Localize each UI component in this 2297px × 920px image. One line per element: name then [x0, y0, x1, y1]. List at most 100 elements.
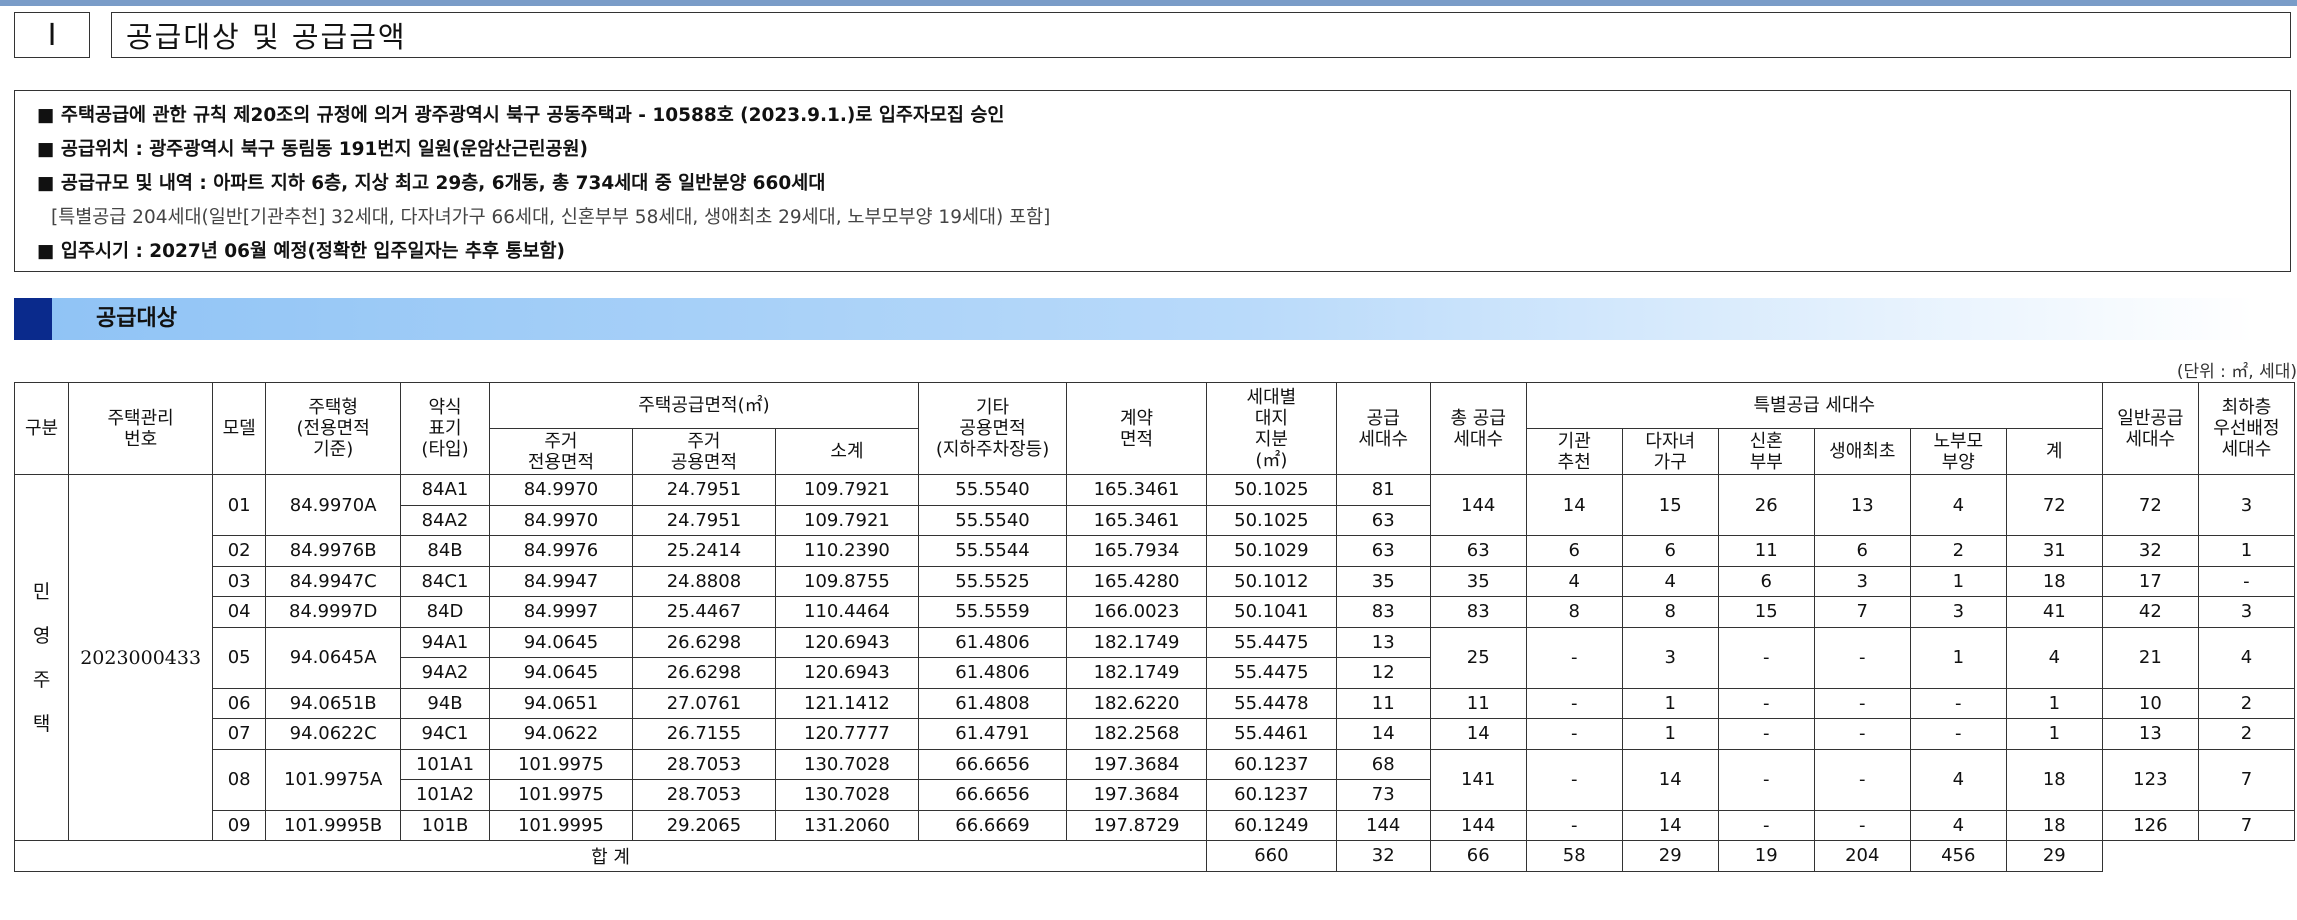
multi-child-cell: 1	[1621, 718, 1719, 750]
contract-area-cell: 197.3684	[1066, 779, 1208, 811]
header-other-common: 기타 공용면적 (지하주차장등)	[917, 382, 1068, 475]
land-share-cell: 50.1025	[1206, 474, 1337, 506]
subtotal-cell: 120.7777	[774, 718, 919, 750]
housing-type-cell: 94.0645A	[265, 626, 402, 689]
other-common-cell: 61.4791	[917, 718, 1068, 750]
general-supply-cell: 42	[2101, 596, 2199, 628]
general-supply-cell: 13	[2101, 718, 2199, 750]
abbr-cell: 94B	[400, 687, 490, 719]
totals-elderly: 19	[1717, 840, 1815, 872]
contract-area-cell: 165.4280	[1066, 565, 1208, 597]
model-cell: 01	[212, 474, 267, 536]
institution-cell: -	[1525, 809, 1623, 841]
excl-area-cell: 101.9975	[488, 779, 633, 811]
newlywed-cell: -	[1717, 718, 1815, 750]
excl-area-cell: 94.0645	[488, 657, 633, 689]
header-multi-child: 다자녀 가구	[1621, 428, 1719, 475]
total-supply-cell: 144	[1429, 474, 1527, 536]
subtotal-cell: 121.1412	[774, 687, 919, 719]
header-special-total: 계	[2005, 428, 2103, 475]
general-supply-cell: 72	[2101, 474, 2199, 536]
top-floor-cell: 3	[2197, 474, 2296, 536]
header-model: 모델	[212, 382, 267, 475]
first-life-cell: -	[1813, 718, 1911, 750]
totals-total-supply: 660	[1206, 840, 1337, 872]
abbr-cell: 84A1	[400, 474, 490, 506]
total-supply-cell: 83	[1429, 596, 1527, 628]
multi-child-cell: 14	[1621, 748, 1719, 811]
elderly-cell: 2	[1909, 535, 2007, 567]
header-general: 일반공급 세대수	[2101, 382, 2199, 475]
total-supply-cell: 14	[1429, 718, 1527, 750]
excl-area-cell: 84.9976	[488, 535, 633, 567]
header-excl-area: 주거 전용면적	[488, 428, 633, 475]
newlywed-cell: -	[1717, 687, 1815, 719]
excl-area-cell: 84.9997	[488, 596, 633, 628]
total-supply-cell: 141	[1429, 748, 1527, 811]
mgmt-number-cell: 2023000433	[68, 474, 214, 841]
subtotal-cell: 131.2060	[774, 809, 919, 841]
institution-cell: 4	[1525, 565, 1623, 597]
general-supply-cell: 10	[2101, 687, 2199, 719]
abbr-cell: 101A1	[400, 748, 490, 780]
table-row: 08 101.9975A 101A1 101.9975 28.7053 130.7028 6…	[15, 748, 2296, 811]
header-newlywed: 신혼 부부	[1717, 428, 1815, 475]
land-share-cell: 60.1237	[1206, 779, 1337, 811]
category-cell: 민영주택	[13, 474, 70, 841]
header-mgmt-no: 주택관리 번호	[68, 382, 214, 475]
section-title: 공급대상 및 공급금액	[111, 12, 2291, 58]
special-total-cell: 72	[2005, 474, 2103, 536]
header-land-share: 세대별 대지 지분 (㎡)	[1206, 382, 1337, 475]
totals-general: 456	[1909, 840, 2007, 872]
land-share-cell: 60.1237	[1206, 748, 1337, 780]
header-institution: 기관 추천	[1525, 428, 1623, 475]
abbr-cell: 94C1	[400, 718, 490, 750]
abbr-cell: 101B	[400, 809, 490, 841]
other-common-cell: 55.5559	[917, 596, 1068, 628]
common-area-cell: 26.6298	[631, 657, 776, 689]
institution-cell: -	[1525, 687, 1623, 719]
notice-box: ■ 주택공급에 관한 규칙 제20조의 규정에 의거 광주광역시 북구 공동주택…	[14, 90, 2291, 272]
abbr-cell: 101A2	[400, 779, 490, 811]
model-cell: 02	[212, 535, 267, 567]
land-share-cell: 50.1041	[1206, 596, 1337, 628]
multi-child-cell: 6	[1621, 535, 1719, 567]
totals-row: 합 계 660 32 66 58 29 19 204 456 29	[13, 840, 2295, 872]
table-row: 02 84.9976B 84B 84.9976 25.2414 110.2390 55.55…	[15, 535, 2296, 567]
subtotal-cell: 109.7921	[774, 474, 919, 506]
land-share-cell: 55.4478	[1206, 687, 1337, 719]
multi-child-cell: 8	[1621, 596, 1719, 628]
special-total-cell: 1	[2005, 687, 2103, 719]
contract-area-cell: 182.1749	[1066, 657, 1208, 689]
other-common-cell: 55.5540	[917, 504, 1068, 536]
top-floor-cell: 2	[2197, 718, 2296, 750]
top-floor-cell: 7	[2197, 809, 2296, 841]
general-supply-cell: 17	[2101, 565, 2199, 597]
total-supply-cell: 11	[1429, 687, 1527, 719]
contract-area-cell: 182.2568	[1066, 718, 1208, 750]
supply-units-cell: 13	[1335, 626, 1431, 658]
common-area-cell: 25.2414	[631, 535, 776, 567]
header-abbr: 약식 표기 (타입)	[400, 382, 490, 475]
subtotal-cell: 109.8755	[774, 565, 919, 597]
special-total-cell: 41	[2005, 596, 2103, 628]
excl-area-cell: 94.0645	[488, 626, 633, 658]
total-supply-cell: 144	[1429, 809, 1527, 841]
other-common-cell: 61.4808	[917, 687, 1068, 719]
special-total-cell: 18	[2005, 748, 2103, 811]
institution-cell: -	[1525, 748, 1623, 811]
supply-table: 구분 주택관리 번호 모델 주택형 (전용면적 기준) 약식 표기 (타입) 주택공급면적…	[13, 382, 2296, 872]
table-row: 07 94.0622C 94C1 94.0622 26.7155 120.7777 61.4…	[15, 718, 2296, 750]
excl-area-cell: 94.0651	[488, 687, 633, 719]
special-total-cell: 31	[2005, 535, 2103, 567]
header-total-supply: 총 공급 세대수	[1429, 382, 1527, 475]
totals-institution: 32	[1335, 840, 1431, 872]
contract-area-cell: 165.3461	[1066, 504, 1208, 536]
contract-area-cell: 182.6220	[1066, 687, 1208, 719]
institution-cell: 8	[1525, 596, 1623, 628]
special-total-cell: 1	[2005, 718, 2103, 750]
contract-area-cell: 197.8729	[1066, 809, 1208, 841]
common-area-cell: 25.4467	[631, 596, 776, 628]
subtotal-cell: 120.6943	[774, 657, 919, 689]
supply-units-cell: 68	[1335, 748, 1431, 780]
